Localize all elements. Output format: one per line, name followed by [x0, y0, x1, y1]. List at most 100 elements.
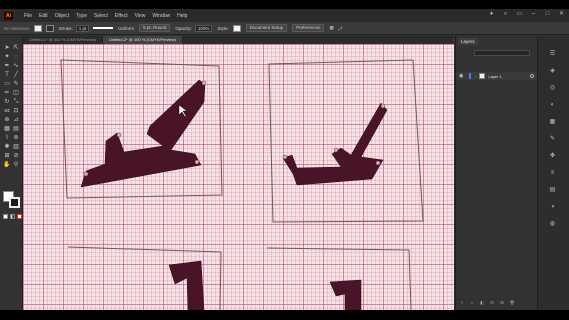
preferences-button[interactable]: Preferences [292, 24, 325, 32]
layer-target-icon[interactable] [530, 74, 534, 78]
layers-panel-icon[interactable]: ◈ [548, 67, 557, 76]
app-logo: Ai [4, 11, 13, 20]
brush-definition[interactable]: 5 pt. Round [139, 24, 171, 32]
new-sublayer-icon[interactable]: ⊟ [489, 300, 495, 305]
magic-wand-tool-icon[interactable]: ✦ [3, 53, 11, 61]
symbol-sprayer-tool-icon[interactable]: ✺ [3, 143, 11, 151]
graph-tool-icon[interactable]: ▥ [12, 143, 20, 151]
fill-color-swatch[interactable] [33, 24, 42, 32]
perspective-grid-tool-icon[interactable]: ⊿ [12, 116, 20, 124]
stroke-panel-icon[interactable]: ≡ [548, 169, 557, 178]
shape-builder-tool-icon[interactable]: ⊕ [3, 116, 11, 124]
zoom-tool-icon[interactable]: ⚲ [12, 161, 20, 169]
opacity-field[interactable]: 100% [194, 24, 213, 32]
close-icon[interactable]: ✕ [558, 11, 565, 18]
tab-untitled-2[interactable]: Untitled-2* @ 100 % (CMYK/Preview) [102, 36, 183, 44]
visibility-eye-icon[interactable]: ◉ [459, 73, 465, 79]
stroke-weight-field[interactable]: 1 pt [75, 24, 90, 32]
layer-thumbnail [479, 73, 486, 79]
swatches-panel-icon[interactable]: ▦ [548, 118, 557, 127]
document-setup-button[interactable]: Document Setup [245, 24, 288, 32]
layer-name[interactable]: Layer 1 [488, 74, 501, 79]
mesh-tool-icon[interactable]: ▦ [3, 125, 11, 133]
expand-arrow-icon[interactable]: › [475, 74, 476, 79]
free-transform-tool-icon[interactable]: ⊡ [12, 107, 20, 115]
rectangle-tool-icon[interactable]: ▭ [3, 80, 11, 88]
collect-export-icon[interactable]: ⇪ [459, 300, 465, 305]
menu-effect[interactable]: Effect [115, 13, 128, 19]
width-tool-icon[interactable]: ⟗ [3, 107, 11, 115]
direct-selection-tool-icon[interactable]: ⇱ [12, 44, 20, 52]
layers-footer: ⇪ ⌕ ◧ ⊟ ⊞ 🗑 [456, 298, 538, 306]
stroke-label[interactable]: Stroke: [59, 26, 73, 31]
brush-profile[interactable]: Uniform [118, 26, 134, 31]
stroke-color-swatch[interactable] [45, 24, 54, 32]
blend-tool-icon[interactable]: ⊚ [12, 134, 20, 142]
pencil-tool-icon[interactable]: ✏ [3, 89, 11, 97]
transform-icon[interactable]: ⤢ [339, 26, 343, 31]
symbols-panel-icon[interactable]: ✤ [548, 152, 557, 161]
color-mode-icon[interactable] [3, 214, 8, 219]
graphic-style-swatch[interactable] [232, 24, 241, 32]
layer-row[interactable]: ◉ › Layer 1 [456, 72, 538, 80]
curvature-tool-icon[interactable]: ∿ [12, 62, 20, 70]
menu-window[interactable]: Window [152, 13, 170, 19]
layers-search-input[interactable] [474, 50, 530, 56]
clipping-mask-icon[interactable]: ◧ [479, 300, 485, 305]
eraser-tool-icon[interactable]: ◫ [12, 89, 20, 97]
slice-tool-icon[interactable]: ⊘ [12, 152, 20, 160]
layers-panel-tab[interactable]: Layers [458, 38, 478, 45]
none-mode-icon[interactable] [17, 214, 22, 219]
search-icon[interactable]: ⌕ [502, 11, 509, 18]
locate-object-icon[interactable]: ⌕ [469, 300, 475, 305]
appearance-panel-icon[interactable]: ◍ [548, 220, 557, 229]
minimize-icon[interactable]: – [530, 11, 537, 18]
menu-edit[interactable]: Edit [39, 13, 48, 19]
variable-width-preview[interactable] [93, 27, 114, 29]
pen-tool-icon[interactable]: ✒ [3, 62, 11, 70]
color-panel-icon[interactable]: ◐ [548, 101, 557, 110]
type-tool-icon[interactable]: T [3, 71, 11, 79]
notifications-icon[interactable]: ♦ [488, 11, 495, 18]
artboard-tool-icon[interactable]: ⊞ [3, 152, 11, 160]
opacity-label[interactable]: Opacity: [175, 26, 192, 31]
glyph-shape-bottom-left [168, 260, 205, 310]
menu-object[interactable]: Object [55, 13, 69, 19]
brushes-panel-icon[interactable]: ✎ [548, 135, 557, 144]
menu-type[interactable]: Type [76, 13, 87, 19]
gradient-tool-icon[interactable]: ▤ [12, 125, 20, 133]
transparency-panel-icon[interactable]: ◑ [548, 203, 557, 212]
libraries-panel-icon[interactable]: ◎ [548, 84, 557, 93]
gradient-panel-icon[interactable]: ▤ [548, 186, 557, 195]
maximize-icon[interactable]: □ [544, 11, 551, 18]
hand-tool-icon[interactable]: ✋ [3, 161, 11, 169]
illustrator-window: Ai File Edit Object Type Select Effect V… [0, 9, 569, 310]
properties-panel-icon[interactable]: ☰ [548, 50, 557, 59]
anchor-point [116, 132, 122, 138]
gradient-mode-icon[interactable] [10, 214, 15, 219]
rotate-tool-icon[interactable]: ↻ [3, 98, 11, 106]
line-tool-icon[interactable]: ╱ [12, 71, 20, 79]
scale-tool-icon[interactable]: ⤡ [12, 98, 20, 106]
lasso-tool-icon[interactable]: ◌ [12, 53, 20, 61]
artboard-canvas[interactable] [23, 44, 454, 310]
tab-untitled-1[interactable]: Untitled-1* @ 400 % (CMYK/Preview) [23, 36, 103, 44]
style-label[interactable]: Style: [217, 26, 228, 31]
anchor-point [83, 171, 89, 177]
delete-layer-icon[interactable]: 🗑 [509, 300, 515, 305]
menu-view[interactable]: View [135, 13, 146, 19]
paintbrush-tool-icon[interactable]: ✎ [12, 80, 20, 88]
stroke-color-box[interactable] [9, 197, 20, 208]
anchor-point [333, 147, 339, 153]
panel-dock: ☰ ◈ ◎ ◐ ▦ ✎ ✤ ≡ ▤ ◑ ◍ [537, 36, 569, 310]
eyedropper-tool-icon[interactable]: ⌇ [3, 134, 11, 142]
arrange-icon[interactable]: ▦ [329, 25, 333, 31]
menu-file[interactable]: File [24, 13, 32, 19]
canvas-artwork [60, 59, 424, 310]
glyph-shape-left [80, 79, 206, 188]
new-layer-icon[interactable]: ⊞ [499, 300, 505, 305]
workspace-icon[interactable]: ▭ [516, 11, 523, 18]
selection-tool-icon[interactable]: ➤ [3, 44, 11, 52]
menu-help[interactable]: Help [177, 13, 187, 19]
menu-select[interactable]: Select [94, 13, 108, 19]
